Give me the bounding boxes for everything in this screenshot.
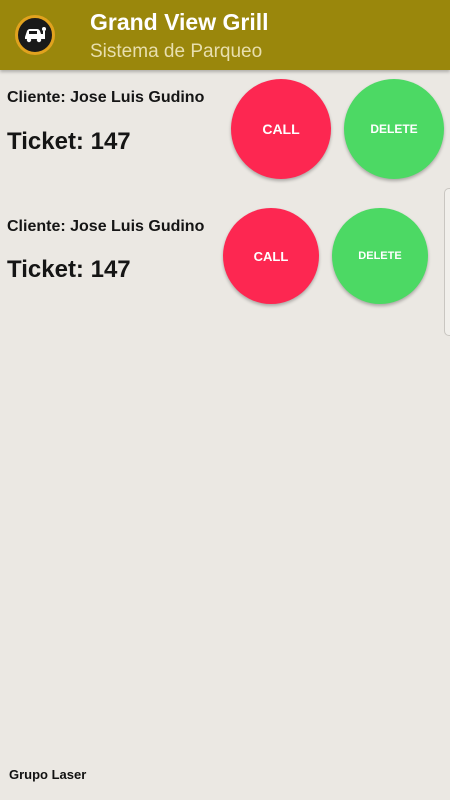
side-drawer-handle[interactable] bbox=[444, 188, 450, 336]
app-bar: Grand View Grill Sistema de Parqueo bbox=[0, 0, 450, 70]
ticket-number: Ticket: 147 bbox=[7, 128, 131, 155]
delete-button[interactable]: DELETE bbox=[332, 208, 428, 304]
call-button[interactable]: CALL bbox=[223, 208, 319, 304]
delete-button[interactable]: DELETE bbox=[344, 79, 444, 179]
ticket-number: Ticket: 147 bbox=[7, 256, 131, 283]
app-subtitle: Sistema de Parqueo bbox=[90, 41, 263, 62]
car-service-icon bbox=[15, 15, 55, 55]
client-name: Cliente: Jose Luis Gudino bbox=[7, 218, 205, 235]
client-name: Cliente: Jose Luis Gudino bbox=[7, 89, 205, 106]
call-button[interactable]: CALL bbox=[231, 79, 331, 179]
app-title: Grand View Grill bbox=[90, 9, 269, 35]
footer-label: Grupo Laser bbox=[9, 767, 87, 782]
